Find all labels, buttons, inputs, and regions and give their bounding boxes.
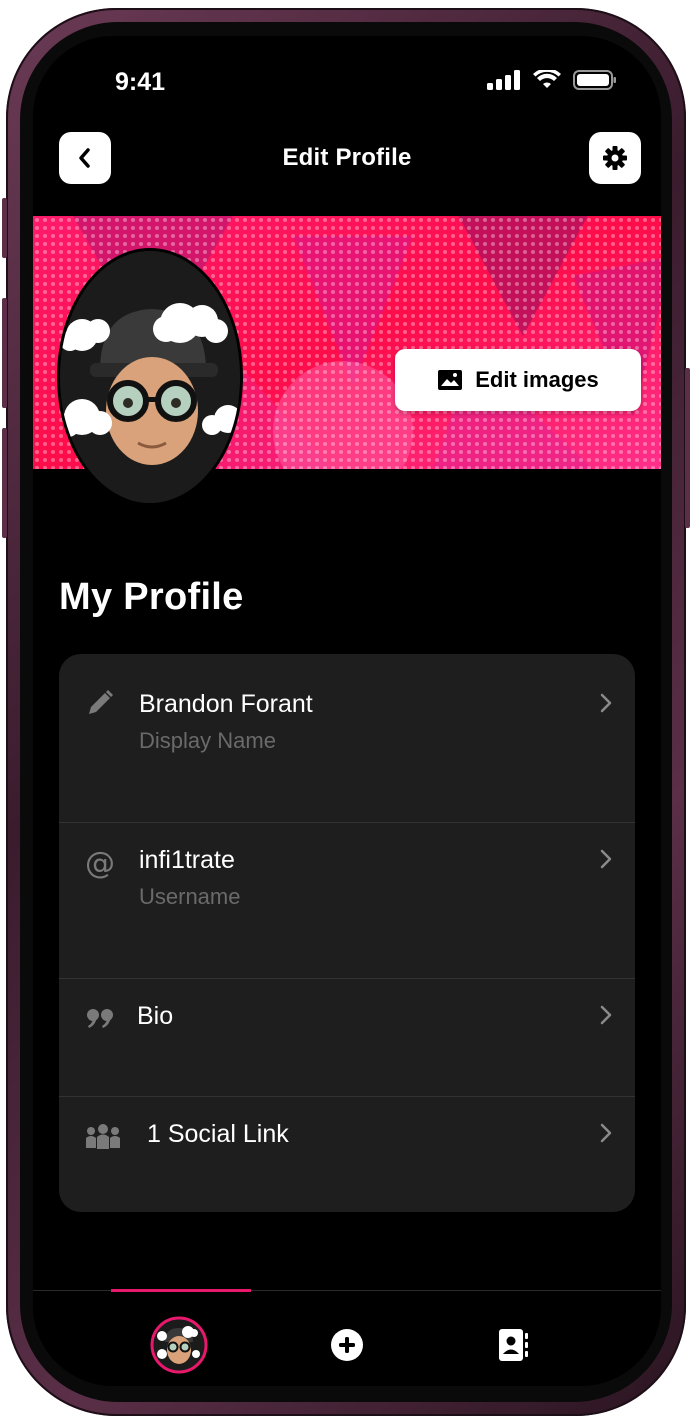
edit-images-button[interactable]: Edit images xyxy=(395,349,641,411)
bio-label: Bio xyxy=(137,1002,174,1030)
username-row[interactable]: @ infi1trate Username xyxy=(59,822,635,979)
username-label: Username xyxy=(139,884,241,909)
avatar-tab-icon xyxy=(150,1316,208,1374)
tab-profile[interactable] xyxy=(149,1315,209,1375)
image-icon xyxy=(438,370,463,390)
tab-contacts[interactable] xyxy=(483,1315,543,1375)
quote-icon xyxy=(83,1002,117,1036)
chevron-right-icon xyxy=(599,1122,613,1149)
cellular-signal-icon xyxy=(487,70,520,90)
social-links-row[interactable]: 1 Social Link xyxy=(59,1096,635,1212)
display-name-row[interactable]: Brandon Forant Display Name xyxy=(59,654,635,823)
gear-icon xyxy=(603,146,627,170)
tab-add[interactable] xyxy=(317,1315,377,1375)
active-tab-indicator xyxy=(111,1289,251,1292)
chevron-right-icon xyxy=(599,1004,613,1031)
wifi-icon xyxy=(533,70,561,88)
plus-circle-icon xyxy=(331,1329,363,1361)
chevron-right-icon xyxy=(599,692,613,719)
bio-row[interactable]: Bio xyxy=(59,978,635,1097)
username-value: infi1trate xyxy=(139,846,235,874)
battery-icon xyxy=(573,70,616,90)
at-sign-icon: @ xyxy=(85,845,115,881)
settings-button[interactable] xyxy=(589,132,641,184)
screen: 9:41 Edit Profile Edit images My Profile… xyxy=(33,36,661,1386)
profile-card: Brandon Forant Display Name @ infi1trate… xyxy=(59,654,635,1212)
edit-images-label: Edit images xyxy=(475,367,599,392)
side-button xyxy=(2,198,7,258)
social-links-label: 1 Social Link xyxy=(147,1120,289,1148)
status-icons xyxy=(487,70,617,90)
memoji-avatar xyxy=(60,251,240,503)
power-button xyxy=(685,368,690,528)
display-name-label: Display Name xyxy=(139,728,276,753)
status-time: 9:41 xyxy=(115,68,166,96)
chevron-right-icon xyxy=(599,848,613,875)
volume-up-button xyxy=(2,298,7,408)
people-icon xyxy=(83,1120,123,1154)
page-title: Edit Profile xyxy=(282,144,412,171)
section-title: My Profile xyxy=(59,576,244,618)
contact-card-icon xyxy=(499,1329,528,1361)
tab-bar xyxy=(33,1289,661,1386)
profile-avatar[interactable] xyxy=(57,248,243,506)
display-name-value: Brandon Forant xyxy=(139,690,313,718)
volume-down-button xyxy=(2,428,7,538)
pencil-icon xyxy=(83,686,117,720)
